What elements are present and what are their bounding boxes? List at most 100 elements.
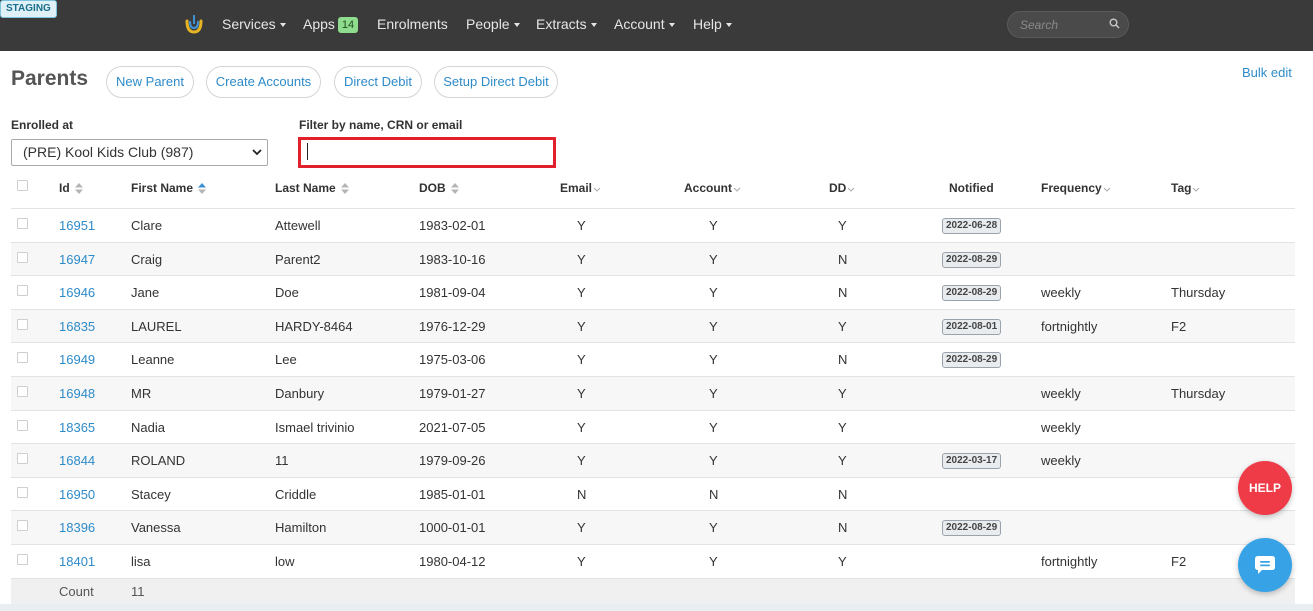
- cell-id[interactable]: 16949: [59, 343, 95, 376]
- cell-tag: Thursday: [1171, 285, 1226, 300]
- chevron-down-icon: [593, 187, 601, 192]
- cell-dob: 1980-04-12: [419, 554, 486, 569]
- nav-enrolments[interactable]: Enrolments: [377, 0, 448, 51]
- chat-icon: [1255, 556, 1275, 574]
- cell-dd: N: [838, 352, 848, 367]
- apps-count-badge: 14: [337, 17, 359, 33]
- column-header-id[interactable]: Id: [59, 181, 83, 195]
- cell-tag: F2: [1171, 319, 1187, 334]
- cell-last-name: Lee: [275, 352, 297, 367]
- cell-first-name: ROLAND: [131, 453, 186, 468]
- row-checkbox[interactable]: [17, 319, 28, 330]
- column-header-email[interactable]: Email: [560, 181, 601, 195]
- cell-account: Y: [709, 453, 718, 468]
- cell-first-name: Leanne: [131, 352, 175, 367]
- cell-dd: Y: [838, 386, 847, 401]
- cell-id[interactable]: 16951: [59, 209, 95, 242]
- chevron-down-icon: [590, 23, 597, 28]
- app-logo-icon[interactable]: [183, 13, 205, 35]
- row-checkbox[interactable]: [17, 420, 28, 431]
- column-header-tag[interactable]: Tag: [1171, 181, 1200, 195]
- enrolled-at-select[interactable]: (PRE) Kool Kids Club (987): [11, 139, 268, 166]
- cell-dd: N: [838, 487, 848, 502]
- nav-label: Extracts: [536, 16, 587, 32]
- row-checkbox[interactable]: [17, 252, 28, 263]
- enrolled-at-label: Enrolled at: [11, 118, 74, 132]
- cell-frequency: weekly: [1041, 420, 1081, 435]
- cell-first-name: Stacey: [131, 487, 171, 502]
- row-checkbox[interactable]: [17, 352, 28, 363]
- row-checkbox[interactable]: [17, 453, 28, 464]
- cell-dob: 1983-02-01: [419, 218, 486, 233]
- nav-help[interactable]: Help: [693, 0, 732, 51]
- column-header-dd[interactable]: DD: [829, 181, 855, 195]
- search-input[interactable]: [1018, 16, 1103, 34]
- table-row: 16948 MR Danbury 1979-01-27 Y Y Yweekly Thursda…: [11, 376, 1295, 410]
- table-footer: Count 11: [11, 578, 1295, 605]
- cell-account: Y: [709, 352, 718, 367]
- row-checkbox[interactable]: [17, 554, 28, 565]
- nav-apps[interactable]: Apps 14: [303, 0, 359, 51]
- cell-frequency: fortnightly: [1041, 554, 1098, 569]
- cell-tag: F2: [1171, 554, 1187, 569]
- row-checkbox[interactable]: [17, 520, 28, 531]
- nav-extracts[interactable]: Extracts: [536, 0, 597, 51]
- sort-icon: [450, 183, 459, 195]
- nav-label: Help: [693, 16, 722, 32]
- cell-id[interactable]: 16948: [59, 377, 95, 410]
- new-parent-button[interactable]: New Parent: [106, 66, 194, 98]
- filter-input[interactable]: [298, 137, 556, 168]
- nav-account[interactable]: Account: [614, 0, 675, 51]
- chat-button[interactable]: [1238, 538, 1292, 592]
- cell-id[interactable]: 16835: [59, 310, 95, 343]
- setup-direct-debit-button[interactable]: Setup Direct Debit: [434, 66, 558, 98]
- cell-id[interactable]: 16950: [59, 478, 95, 511]
- row-checkbox[interactable]: [17, 285, 28, 296]
- column-label: Last Name: [275, 181, 336, 195]
- cell-id[interactable]: 18401: [59, 545, 95, 578]
- table-row: 16844 ROLAND 11 1979-09-26 Y Y Yweekly 2022-03-…: [11, 443, 1295, 477]
- cell-first-name: Craig: [131, 252, 163, 267]
- row-checkbox[interactable]: [17, 487, 28, 498]
- column-header-account[interactable]: Account: [684, 181, 741, 195]
- cell-dd: Y: [838, 218, 847, 233]
- column-label: First Name: [131, 181, 194, 195]
- cell-id[interactable]: 18396: [59, 511, 95, 544]
- table-row: 16950 Stacey Criddle 1985-01-01 N N N: [11, 477, 1295, 511]
- row-checkbox[interactable]: [17, 386, 28, 397]
- cell-first-name: Clare: [131, 218, 163, 233]
- chevron-down-icon: [252, 149, 262, 156]
- cell-id[interactable]: 18365: [59, 411, 95, 444]
- select-all-checkbox[interactable]: [17, 180, 28, 191]
- table-row: 16835 LAUREL HARDY-8464 1976-12-29 Y Y Yfortni…: [11, 309, 1295, 343]
- cell-dd: N: [838, 520, 848, 535]
- create-accounts-button[interactable]: Create Accounts: [206, 66, 321, 98]
- search-icon[interactable]: [1109, 18, 1120, 29]
- cell-dd: Y: [838, 554, 847, 569]
- cell-dob: 2021-07-05: [419, 420, 486, 435]
- cell-email: N: [577, 487, 587, 502]
- cell-id[interactable]: 16947: [59, 243, 95, 276]
- column-label: DD: [829, 181, 847, 195]
- direct-debit-button[interactable]: Direct Debit: [334, 66, 422, 98]
- help-button[interactable]: HELP: [1238, 461, 1292, 515]
- cell-id[interactable]: 16946: [59, 276, 95, 309]
- cell-first-name: lisa: [131, 554, 151, 569]
- notified-date-badge: 2022-08-29: [942, 520, 1002, 536]
- column-header-last-name[interactable]: Last Name: [275, 181, 349, 195]
- chevron-down-icon: [279, 23, 286, 28]
- row-checkbox[interactable]: [17, 218, 28, 229]
- column-header-dob[interactable]: DOB: [419, 181, 459, 195]
- cell-dob: 1979-01-27: [419, 386, 486, 401]
- column-header-first-name[interactable]: First Name: [131, 181, 207, 195]
- nav-services[interactable]: Services: [222, 0, 286, 51]
- cell-email: Y: [577, 554, 586, 569]
- cell-email: Y: [577, 252, 586, 267]
- nav-people[interactable]: People: [466, 0, 520, 51]
- column-header-frequency[interactable]: Frequency: [1041, 181, 1111, 195]
- cell-dd: N: [838, 252, 848, 267]
- cell-id[interactable]: 16844: [59, 444, 95, 477]
- cell-account: Y: [709, 285, 718, 300]
- bulk-edit-link[interactable]: Bulk edit: [1242, 65, 1292, 80]
- cell-dob: 1975-03-06: [419, 352, 486, 367]
